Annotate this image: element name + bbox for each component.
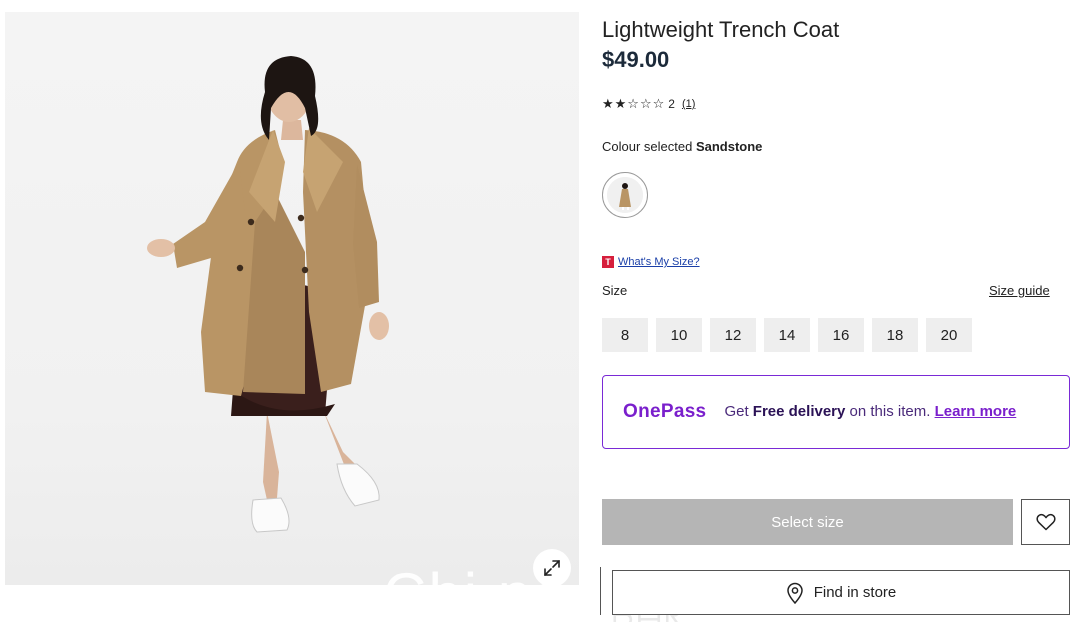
rating-value: 2 [668,97,675,111]
onepass-free-delivery: Free delivery [752,403,846,420]
onepass-message: Get Free delivery on this item. Learn mo… [724,403,1024,421]
expand-image-button[interactable] [533,549,571,585]
colour-selected-value: Sandstone [695,139,763,154]
swatch-thumbnail [607,177,643,213]
size-option-12[interactable]: 12 [710,318,756,352]
colour-selected-label: Colour selected Sandstone [602,139,762,154]
product-price: $49.00 [602,47,670,72]
size-tool-logo: T [602,256,614,268]
size-label: Size [602,283,628,298]
onepass-logo: OnePass [623,401,707,422]
size-option-10[interactable]: 10 [656,318,702,352]
size-option-20[interactable]: 20 [926,318,972,352]
whats-my-size-link[interactable]: What's My Size? [618,256,700,268]
size-guide-link[interactable]: Size guide [989,283,1050,298]
size-option-18[interactable]: 18 [872,318,918,352]
size-option-16[interactable]: 16 [818,318,864,352]
size-options: 8 10 12 14 16 18 20 [602,318,972,352]
onepass-learn-more-link[interactable]: Learn more [935,403,1017,420]
colour-swatch-sandstone[interactable] [602,172,648,218]
rating-stars: ★★☆☆☆ [602,96,666,111]
onepass-text-after: on this item. [845,403,931,420]
heart-icon [1035,513,1056,531]
location-pin-icon [786,582,803,604]
colour-prefix: Colour selected [602,139,693,154]
size-option-8[interactable]: 8 [602,318,648,352]
find-in-store-button[interactable]: Find in store [612,570,1070,615]
onepass-text-before: Get [724,403,753,420]
reviews-count-link[interactable]: (1) [682,98,695,110]
select-size-button[interactable]: Select size [602,499,1013,545]
product-title: Lightweight Trench Coat [602,17,840,42]
product-rating: ★★☆☆☆ 2 (1) [602,96,695,112]
wishlist-button[interactable] [1021,499,1070,545]
whats-my-size: T What's My Size? [602,256,700,268]
image-carousel-edge [600,567,612,615]
product-photo-figure [147,56,389,533]
expand-icon [544,560,560,576]
size-option-14[interactable]: 14 [764,318,810,352]
product-image[interactable]: Chi ne [5,12,579,585]
swatch-figure [607,177,643,213]
find-in-store-label: Find in store [813,584,897,601]
onepass-banner: OnePass Get Free delivery on this item. … [602,375,1070,449]
